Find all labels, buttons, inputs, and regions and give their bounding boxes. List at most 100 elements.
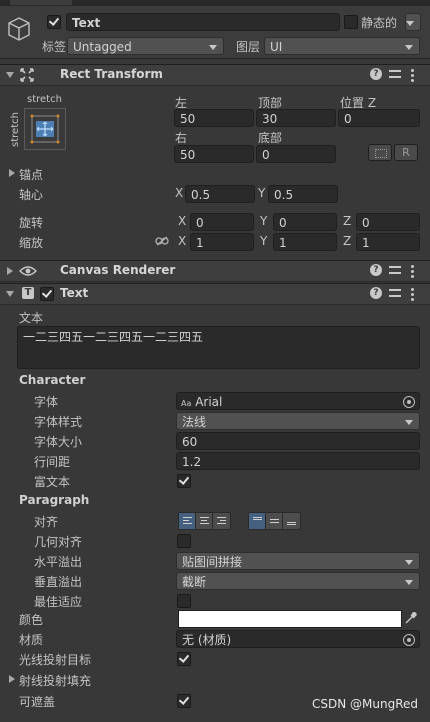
text-enabled-checkbox[interactable]	[40, 287, 54, 301]
help-icon[interactable]: ?	[370, 287, 382, 299]
raycast-padding-fold-icon[interactable]	[9, 675, 15, 683]
object-picker-icon[interactable]	[403, 634, 415, 646]
eyedropper-icon[interactable]	[404, 611, 418, 625]
fold-down-icon[interactable]	[6, 291, 14, 297]
top-field[interactable]: 30	[256, 109, 336, 127]
bottom-field[interactable]: 0	[256, 145, 336, 163]
align-by-geometry-checkbox[interactable]	[177, 534, 191, 548]
align-left-icon[interactable]	[179, 513, 196, 529]
object-active-checkbox[interactable]	[47, 15, 61, 29]
maskable-checkbox[interactable]	[177, 694, 191, 708]
pivot-x-field[interactable]: 0.5	[185, 185, 255, 203]
best-fit-checkbox[interactable]	[177, 594, 191, 608]
rotation-y-field[interactable]: 0	[273, 213, 337, 231]
pivot-label: 轴心	[19, 188, 44, 202]
anchors-label[interactable]: 锚点	[19, 166, 43, 183]
material-field[interactable]: 无 (材质)	[176, 630, 420, 648]
canvas-renderer-header[interactable]: Canvas Renderer ?	[0, 260, 430, 282]
font-value: Arial	[195, 395, 223, 409]
line-spacing-field[interactable]: 1.2	[176, 452, 420, 470]
object-name-field[interactable]: Text	[66, 13, 340, 31]
eye-icon	[19, 266, 37, 276]
static-dropdown-arrow[interactable]	[405, 13, 421, 31]
more-menu-icon[interactable]	[410, 264, 414, 278]
material-label: 材质	[19, 633, 44, 647]
anchor-preset-button[interactable]	[24, 108, 66, 150]
anchor-preset-top-label: stretch	[27, 94, 62, 105]
anchors-fold-icon[interactable]	[9, 169, 15, 177]
scale-x-label: X	[178, 234, 187, 248]
static-checkbox[interactable]	[344, 15, 358, 29]
vertical-alignment-group	[248, 512, 301, 530]
right-label: 右	[175, 131, 188, 145]
color-field[interactable]	[178, 610, 402, 628]
fold-down-icon[interactable]	[6, 72, 14, 78]
text-component-icon: T	[22, 287, 34, 299]
rotation-z-label: Z	[343, 214, 352, 228]
vertical-overflow-dropdown[interactable]: 截断	[176, 572, 420, 590]
align-top-icon[interactable]	[249, 513, 266, 529]
more-menu-icon[interactable]	[410, 287, 414, 301]
align-middle-icon[interactable]	[266, 513, 283, 529]
presets-icon[interactable]	[389, 287, 401, 299]
text-area[interactable]: 一二三四五一二三四五一二三四五	[17, 326, 420, 369]
alignment-label: 对齐	[34, 515, 59, 529]
horizontal-overflow-label: 水平溢出	[34, 555, 83, 569]
scale-z-label: Z	[343, 234, 352, 248]
presets-icon[interactable]	[389, 68, 401, 80]
scale-x-field[interactable]: 1	[190, 233, 254, 251]
anchor-preset-side-label: stretch	[9, 112, 21, 147]
align-center-icon[interactable]	[196, 513, 213, 529]
pivot-y-field[interactable]: 0.5	[268, 185, 338, 203]
rotation-z-field[interactable]: 0	[356, 213, 420, 231]
tag-dropdown[interactable]: Untagged	[67, 37, 224, 55]
right-field[interactable]: 50	[174, 145, 254, 163]
scale-z-field[interactable]: 1	[356, 233, 420, 251]
raw-edit-button[interactable]: R	[394, 144, 418, 161]
object-picker-icon[interactable]	[403, 396, 415, 408]
align-bottom-icon[interactable]	[283, 513, 300, 529]
rect-transform-icon	[20, 68, 34, 82]
pivot-y-label: Y	[258, 186, 266, 200]
character-header: Character	[19, 373, 86, 387]
tag-label: 标签	[42, 40, 67, 54]
raycast-target-label: 光线投射目标	[19, 653, 92, 667]
font-asset-icon: Aa	[181, 399, 192, 408]
maskable-label: 可遮盖	[19, 695, 56, 709]
scale-y-field[interactable]: 1	[273, 233, 337, 251]
posz-field[interactable]: 0	[338, 109, 420, 127]
horizontal-overflow-dropdown[interactable]: 贴图间拼接	[176, 552, 420, 570]
rect-transform-header[interactable]: Rect Transform ?	[0, 64, 430, 86]
text-component-title: Text	[60, 286, 89, 300]
presets-icon[interactable]	[389, 264, 401, 276]
blueprint-icon	[375, 149, 387, 158]
font-label: 字体	[34, 395, 59, 409]
layer-label: 图层	[236, 40, 261, 54]
rotation-y-label: Y	[260, 214, 268, 228]
fold-right-icon[interactable]	[7, 267, 13, 275]
font-size-label: 字体大小	[34, 435, 83, 449]
font-size-field[interactable]: 60	[176, 432, 420, 450]
layer-dropdown[interactable]: UI	[264, 37, 420, 55]
inspector-tab-fragment[interactable]	[10, 0, 72, 5]
rotation-label: 旋转	[19, 216, 44, 230]
rotation-x-label: X	[178, 214, 187, 228]
raycast-target-checkbox[interactable]	[177, 652, 191, 666]
raycast-padding-label[interactable]: 射线投射填充	[19, 672, 91, 689]
rotation-x-field[interactable]: 0	[190, 213, 254, 231]
text-component-header[interactable]: T Text ?	[0, 283, 430, 305]
vertical-overflow-label: 垂直溢出	[34, 575, 83, 589]
help-icon[interactable]: ?	[370, 68, 382, 80]
constrain-proportions-icon[interactable]	[155, 236, 169, 246]
blueprint-mode-button[interactable]	[368, 144, 392, 161]
component-header-icons: ?	[370, 68, 422, 82]
left-field[interactable]: 50	[174, 109, 254, 127]
help-icon[interactable]: ?	[370, 264, 382, 276]
font-field[interactable]: Aa Arial	[176, 392, 420, 410]
line-spacing-label: 行间距	[34, 455, 71, 469]
align-right-icon[interactable]	[213, 513, 230, 529]
rich-text-checkbox[interactable]	[177, 474, 191, 488]
font-style-dropdown[interactable]: 法线	[176, 412, 420, 430]
font-style-label: 字体样式	[34, 415, 83, 429]
more-menu-icon[interactable]	[410, 68, 414, 82]
